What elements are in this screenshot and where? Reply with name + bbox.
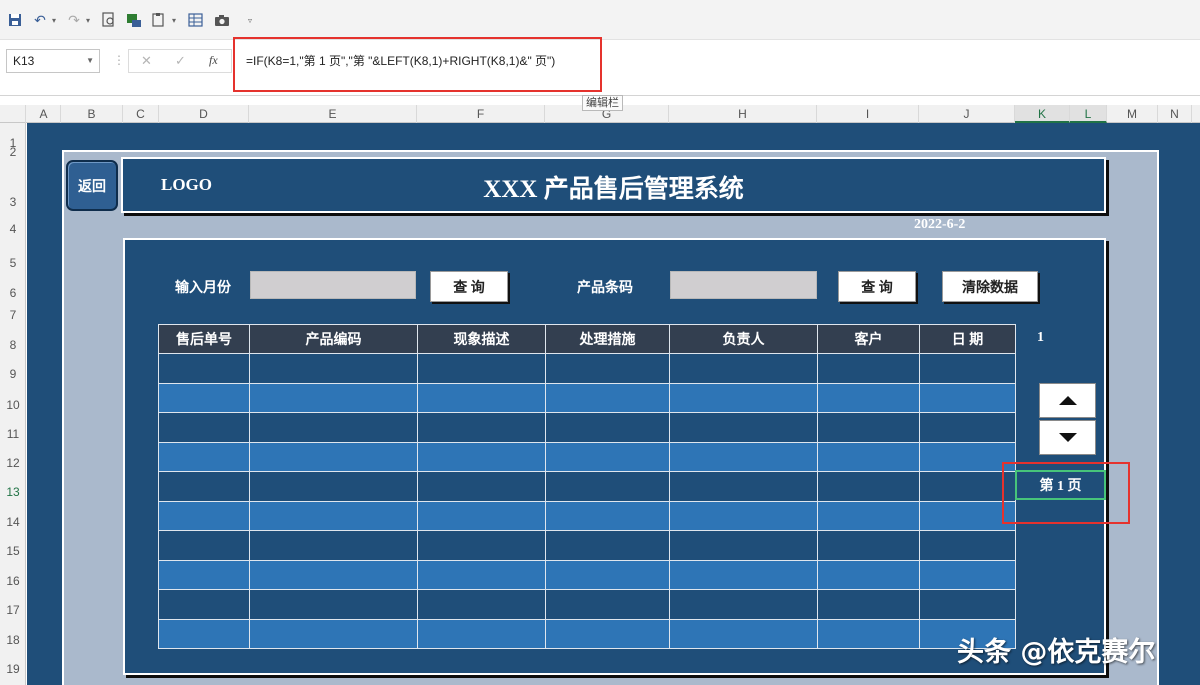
row-header[interactable]: 19 <box>0 662 26 676</box>
table-row <box>158 441 1016 472</box>
column-header[interactable]: H <box>669 105 817 123</box>
formula-bar-tooltip: 编辑栏 <box>582 95 623 111</box>
query-barcode-button[interactable]: 查 询 <box>838 271 916 302</box>
row-header[interactable]: 2 <box>0 145 26 159</box>
table-row <box>158 530 1016 561</box>
logo: LOGO <box>161 175 213 194</box>
paste-dropdown-icon[interactable]: ▾ <box>170 11 178 29</box>
row-header[interactable]: 17 <box>0 603 26 617</box>
row-header[interactable]: 9 <box>0 367 26 381</box>
save-icon[interactable] <box>6 11 24 29</box>
column-header[interactable]: F <box>417 105 545 123</box>
clear-data-button[interactable]: 清除数据 <box>942 271 1038 302</box>
row-header[interactable]: 14 <box>0 515 26 529</box>
table-row <box>158 500 1016 531</box>
page-title: XXX 产品售后管理系统 <box>483 176 744 203</box>
table-header-row: 售后单号 产品编码 现象描述 处理措施 负责人 客户 日 期 <box>158 324 1016 354</box>
name-box-value: K13 <box>13 54 35 68</box>
back-button[interactable]: 返回 <box>66 160 118 211</box>
sheet-area: 返回 XXX 产品售后管理系统 LOGO 2022-6-2 输入月份 查 询 产… <box>27 123 1200 685</box>
select-all-corner[interactable] <box>0 105 26 123</box>
table-row <box>158 589 1016 620</box>
table-row <box>158 353 1016 384</box>
watermark: 头条 @依克赛尔 <box>957 637 1156 668</box>
row-header[interactable]: 5 <box>0 256 26 270</box>
formula-highlight-box <box>233 37 602 92</box>
row-headers: 1 2 3 4 5 6 7 8 9 10 11 12 13 14 15 16 1… <box>0 123 26 685</box>
column-header-order-no: 售后单号 <box>158 324 250 354</box>
triangle-up-icon <box>1058 396 1077 405</box>
column-header-selected[interactable]: K <box>1015 105 1070 123</box>
page-down-button[interactable] <box>1039 420 1096 455</box>
print-preview-icon[interactable] <box>100 11 118 29</box>
query-month-button[interactable]: 查 询 <box>430 271 508 302</box>
format-painter-icon[interactable] <box>125 11 143 29</box>
fx-icon[interactable]: fx <box>209 53 218 68</box>
table-row <box>158 471 1016 502</box>
row-header[interactable]: 18 <box>0 633 26 647</box>
column-header-product-code: 产品编码 <box>249 324 418 354</box>
row-header[interactable]: 10 <box>0 398 26 412</box>
column-header[interactable]: A <box>27 105 61 123</box>
column-header[interactable]: I <box>817 105 919 123</box>
row-header[interactable]: 4 <box>0 222 26 236</box>
table-row <box>158 618 1016 649</box>
paste-special-icon[interactable] <box>150 11 168 29</box>
row-header[interactable]: 7 <box>0 308 26 322</box>
column-header[interactable]: D <box>159 105 249 123</box>
redo-dropdown-icon[interactable]: ▾ <box>84 11 92 29</box>
column-header-symptom: 现象描述 <box>417 324 546 354</box>
month-input[interactable] <box>250 271 416 299</box>
cancel-icon[interactable]: ✕ <box>141 53 152 69</box>
column-header-customer: 客户 <box>817 324 920 354</box>
formula-buttons: ✕ ✓ fx <box>128 49 232 73</box>
triangle-down-icon <box>1058 433 1077 442</box>
column-header[interactable]: E <box>249 105 417 123</box>
page-highlight-box <box>1002 462 1130 524</box>
row-header[interactable]: 12 <box>0 456 26 470</box>
column-header-measures: 处理措施 <box>545 324 670 354</box>
query-panel: 输入月份 查 询 产品条码 查 询 清除数据 售后单号 产品编码 现象描述 处理… <box>123 238 1106 675</box>
redo-icon[interactable]: ↷ <box>66 11 82 29</box>
page-up-button[interactable] <box>1039 383 1096 418</box>
column-header-owner: 负责人 <box>669 324 818 354</box>
name-box[interactable]: K13 ▼ <box>6 49 100 73</box>
table-row <box>158 382 1016 413</box>
month-label: 输入月份 <box>175 281 231 296</box>
column-header[interactable]: N <box>1158 105 1192 123</box>
barcode-input[interactable] <box>670 271 817 299</box>
undo-dropdown-icon[interactable]: ▾ <box>50 11 58 29</box>
table-row <box>158 559 1016 590</box>
row-header[interactable]: 15 <box>0 544 26 558</box>
undo-icon[interactable]: ↶ <box>32 11 48 29</box>
row-header[interactable]: 8 <box>0 338 26 352</box>
date-label: 2022-6-2 <box>914 217 966 232</box>
chevron-down-icon[interactable]: ▼ <box>86 50 94 72</box>
enter-icon[interactable]: ✓ <box>175 53 186 69</box>
row-header-selected[interactable]: 13 <box>0 485 26 499</box>
table-icon[interactable] <box>186 11 204 29</box>
row-header[interactable]: 11 <box>0 427 26 441</box>
barcode-label: 产品条码 <box>577 281 633 296</box>
column-header[interactable]: C <box>123 105 159 123</box>
row-header[interactable]: 16 <box>0 574 26 588</box>
page-number-cell: 1 <box>1037 330 1044 345</box>
column-header[interactable]: J <box>919 105 1015 123</box>
customize-icon[interactable]: ▿ <box>244 11 256 29</box>
table-row <box>158 412 1016 443</box>
column-header-date: 日 期 <box>919 324 1016 354</box>
column-header[interactable]: L <box>1070 105 1107 123</box>
column-header[interactable]: B <box>61 105 123 123</box>
row-header[interactable]: 3 <box>0 195 26 209</box>
more-icon: ⋮ <box>113 53 125 67</box>
quick-access-toolbar: ↶ ▾ ↷ ▾ ▾ ▿ <box>0 0 1200 40</box>
row-header[interactable]: 6 <box>0 286 26 300</box>
camera-icon[interactable] <box>213 11 231 29</box>
column-header[interactable]: M <box>1107 105 1158 123</box>
title-bar: XXX 产品售后管理系统 LOGO <box>121 157 1106 213</box>
after-sales-table: 售后单号 产品编码 现象描述 处理措施 负责人 客户 日 期 <box>158 324 1016 649</box>
